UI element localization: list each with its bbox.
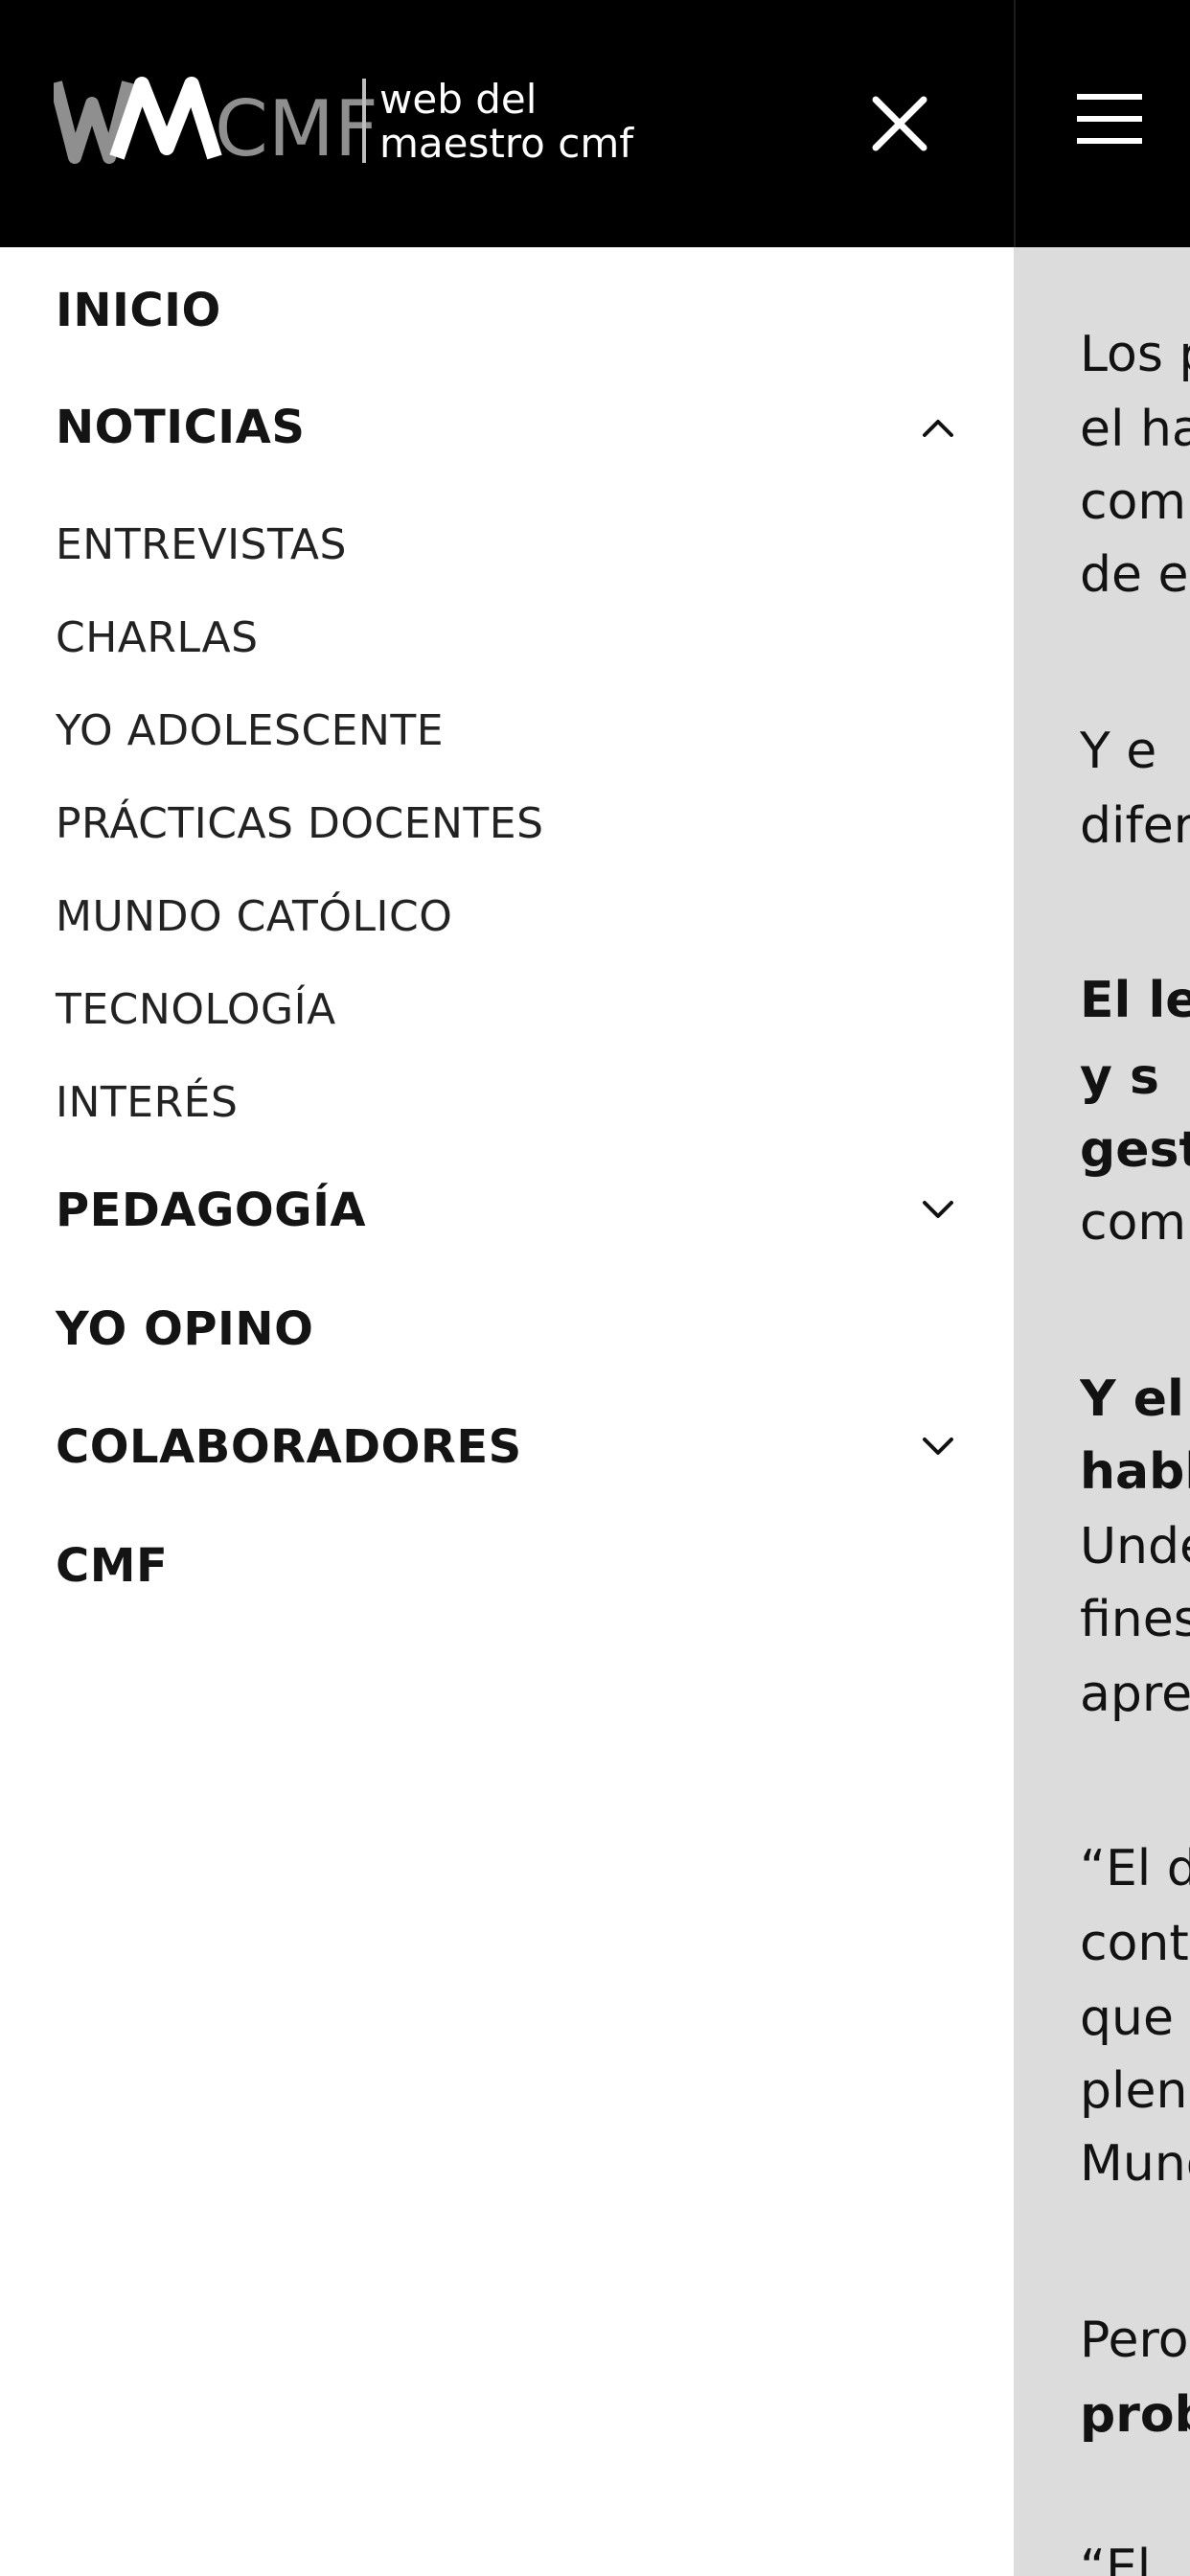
site-logo[interactable]: CMF web del maestro cmf: [54, 75, 696, 167]
menu-item-label: CHARLAS: [56, 612, 259, 662]
submenu-item-mundo-catolico[interactable]: MUNDO CATÓLICO: [56, 878, 956, 954]
logo-cmf: CMF: [215, 84, 378, 167]
chevron-up-icon[interactable]: [922, 417, 954, 438]
logo-mark-m: [109, 77, 222, 160]
article-text-line: cont: [1080, 1915, 1189, 1972]
menu-item-label: NOTICIAS: [56, 401, 306, 454]
logo-line1: web del: [379, 76, 537, 123]
menu-item-pedagogia[interactable]: PEDAGOGÍA: [56, 1167, 956, 1254]
article-text-line: “El d: [1080, 1840, 1190, 1898]
logo-line2: maestro cmf: [379, 120, 634, 167]
menu-item-label: PEDAGOGÍA: [56, 1184, 367, 1237]
navigation-drawer: INICIO NOTICIAS ENTREVISTAS CHARLAS YO ADOLE…: [0, 247, 1014, 2576]
article-text-line: apre: [1080, 1666, 1190, 1723]
submenu-item-yo-adolescente[interactable]: YO ADOLESCENTE: [56, 692, 956, 769]
menu-item-label: CMF: [56, 1539, 169, 1593]
article-text-line: fines: [1080, 1591, 1190, 1648]
menu-item-yo-opino[interactable]: YO OPINO: [56, 1286, 956, 1372]
menu-item-colaboradores[interactable]: COLABORADORES: [56, 1404, 956, 1490]
article-text-line: Y e: [1080, 723, 1157, 780]
article-text-line: Y el: [1080, 1370, 1184, 1428]
article-text-line: Pero: [1080, 2312, 1189, 2369]
article-body-peek: Los p el ha comp de e Y e difer El le y s gest co…: [1080, 247, 1190, 2576]
article-text-line: Mund: [1080, 2135, 1190, 2193]
submenu-item-interes[interactable]: INTERÉS: [56, 1064, 956, 1140]
submenu-item-tecnologia[interactable]: TECNOLOGÍA: [56, 971, 956, 1047]
article-text-line: Los p: [1080, 326, 1190, 383]
menu-item-cmf[interactable]: CMF: [56, 1523, 956, 1609]
article-text-line: “El: [1080, 2540, 1152, 2576]
article-text-line: prob: [1080, 2386, 1190, 2444]
hamburger-menu-icon[interactable]: [1077, 92, 1142, 146]
top-bar: CMF web del maestro cmf: [0, 0, 1190, 247]
header-divider: [1014, 0, 1016, 247]
chevron-down-icon[interactable]: [922, 1200, 954, 1221]
article-text-line: de e: [1080, 546, 1189, 604]
menu-item-label: INTERÉS: [56, 1077, 239, 1127]
menu-item-label: TECNOLOGÍA: [56, 984, 336, 1034]
menu-item-label: INICIO: [56, 284, 221, 337]
article-text-line: gest: [1080, 1121, 1190, 1179]
menu-item-label: ENTREVISTAS: [56, 519, 347, 569]
menu-item-label: COLABORADORES: [56, 1420, 522, 1474]
article-text-line: y s: [1080, 1048, 1159, 1106]
submenu-item-entrevistas[interactable]: ENTREVISTAS: [56, 506, 956, 583]
menu-item-label: MUNDO CATÓLICO: [56, 891, 453, 941]
menu-item-label: PRÁCTICAS DOCENTES: [56, 798, 544, 848]
article-text-line: Unde: [1080, 1518, 1190, 1576]
menu-item-label: YO OPINO: [56, 1302, 314, 1356]
article-text-line: plena: [1080, 2062, 1190, 2120]
article-text-line: comp: [1080, 473, 1190, 531]
close-icon[interactable]: [862, 86, 937, 161]
submenu-item-practicas-docentes[interactable]: PRÁCTICAS DOCENTES: [56, 785, 956, 862]
article-text-line: habl: [1080, 1443, 1190, 1501]
chevron-down-icon[interactable]: [922, 1437, 954, 1458]
article-text-line: que: [1080, 1990, 1174, 2047]
menu-item-noticias[interactable]: NOTICIAS: [56, 384, 956, 471]
article-text-line: El le: [1080, 972, 1190, 1029]
submenu-item-charlas[interactable]: CHARLAS: [56, 599, 956, 676]
menu-item-inicio[interactable]: INICIO: [56, 267, 956, 354]
menu-item-label: YO ADOLESCENTE: [56, 705, 445, 755]
article-text-line: el ha: [1080, 401, 1190, 458]
article-text-line: comu: [1080, 1194, 1190, 1252]
article-text-line: difer: [1080, 797, 1190, 855]
logo-separator: [362, 79, 366, 163]
